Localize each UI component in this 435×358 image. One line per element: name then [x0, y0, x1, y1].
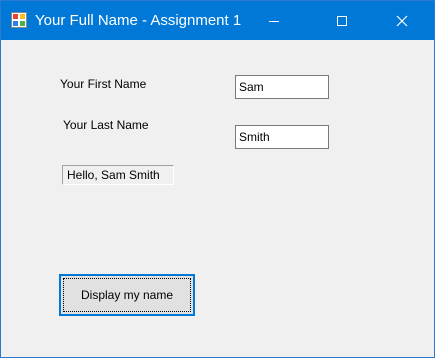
first-name-input[interactable] — [235, 75, 329, 99]
first-name-label: Your First Name — [60, 77, 147, 91]
main-window: Your Full Name - Assignment 1 Your First… — [0, 0, 435, 358]
title-bar[interactable]: Your Full Name - Assignment 1 — [1, 1, 434, 40]
display-name-button[interactable]: Display my name — [59, 274, 195, 316]
display-name-button-label: Display my name — [80, 288, 174, 302]
last-name-input[interactable] — [235, 125, 329, 149]
app-icon — [11, 12, 27, 28]
maximize-button[interactable] — [319, 1, 365, 40]
close-icon — [396, 15, 408, 26]
greeting-output-label: Hello, Sam Smith — [62, 165, 174, 185]
close-button[interactable] — [379, 1, 425, 40]
window-title: Your Full Name - Assignment 1 — [35, 12, 242, 29]
minimize-button[interactable] — [251, 1, 297, 40]
last-name-label: Your Last Name — [63, 118, 149, 132]
minimize-icon — [269, 20, 279, 22]
maximize-icon — [337, 15, 347, 26]
